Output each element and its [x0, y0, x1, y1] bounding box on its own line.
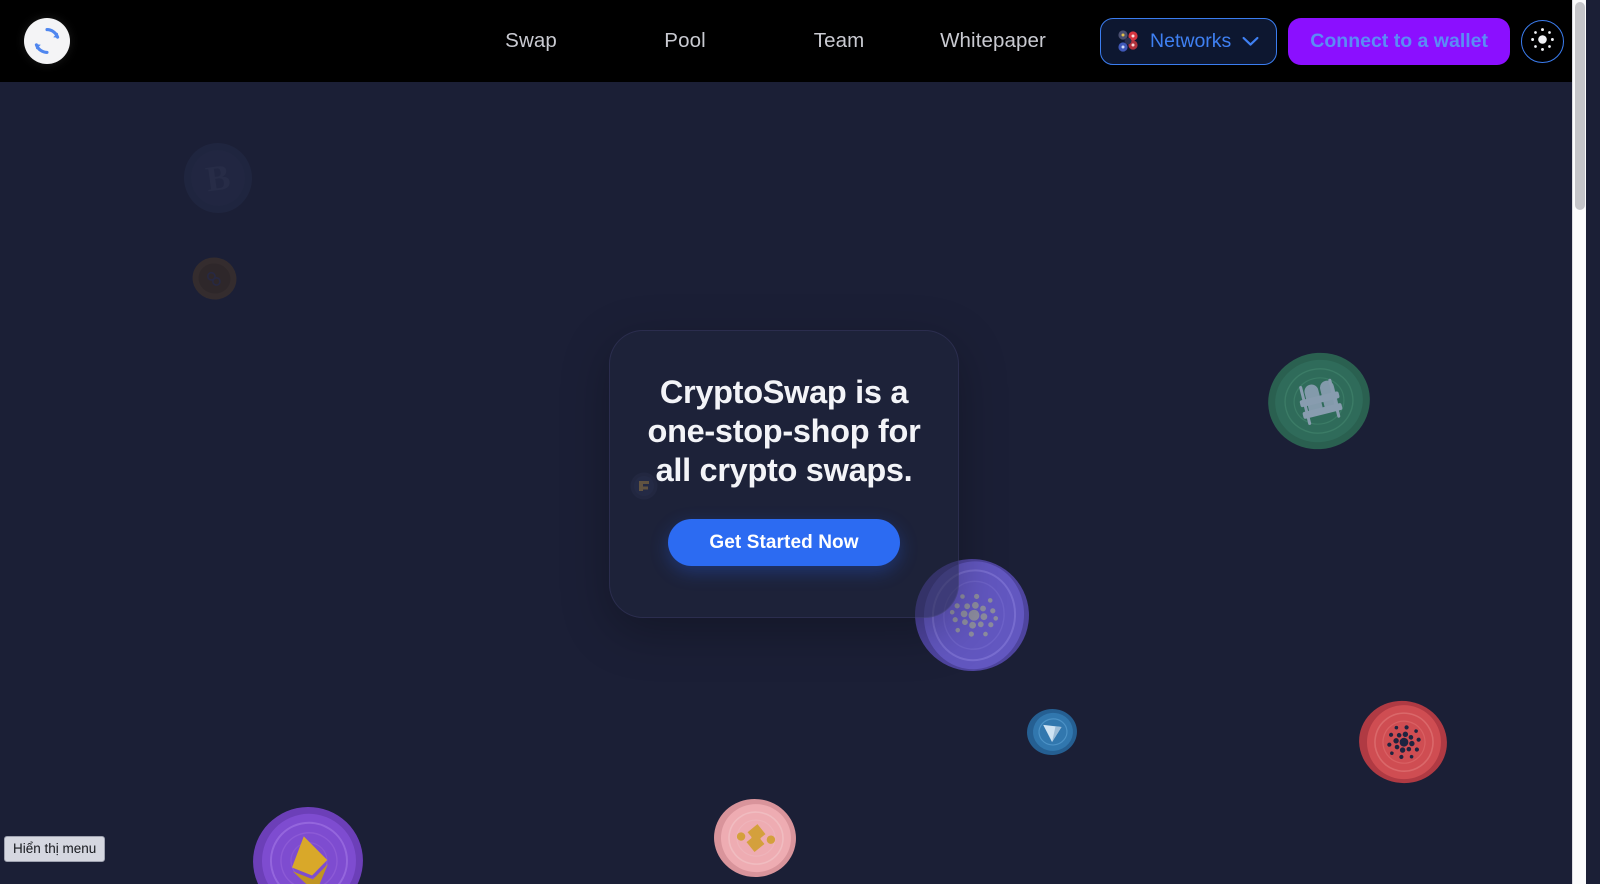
page-title: CryptoSwap is a one-stop-shop for all cr…: [626, 373, 942, 490]
browser-status-tooltip: Hiển thị menu: [4, 835, 106, 862]
hero-card: CryptoSwap is a one-stop-shop for all cr…: [609, 330, 959, 618]
ethereum-coin-purple: [242, 796, 374, 884]
nav-link-whitepaper[interactable]: Whitepaper: [916, 19, 1070, 63]
chevron-down-icon: [1242, 30, 1259, 53]
cardano-coin-red: [1351, 693, 1454, 791]
nav-link-swap[interactable]: Swap: [454, 19, 608, 63]
circular-swap-arrows-logo-icon: [30, 24, 64, 58]
connect-wallet-button[interactable]: Connect to a wallet: [1288, 17, 1510, 65]
page-root: Swap Pool Team Whitepaper Networks Conne…: [0, 0, 1586, 884]
brand-logo[interactable]: [24, 18, 70, 64]
dash-coin-green: [1257, 341, 1382, 461]
nav-link-team[interactable]: Team: [762, 19, 916, 63]
header-actions: Networks Connect to a wallet: [1100, 17, 1564, 65]
page-scrollbar-track[interactable]: [1572, 0, 1586, 884]
networks-dropdown-button[interactable]: Networks: [1100, 17, 1278, 65]
nav-link-pool[interactable]: Pool: [608, 19, 762, 63]
hero-title-line-2: one-stop-shop for: [647, 413, 921, 449]
hero-stage: B CryptoSwap is a one-stop-shop for all …: [0, 82, 1586, 884]
monero-coin-small-faded: [188, 252, 241, 305]
sun-brightness-icon: [1529, 26, 1556, 56]
network-cluster-icon: [1115, 28, 1141, 54]
page-scrollbar-thumb[interactable]: [1575, 2, 1585, 210]
ton-coin-blue: [1024, 705, 1081, 758]
bitcoin-coin-faded: B: [177, 137, 258, 218]
main-navigation: Swap Pool Team Whitepaper: [454, 19, 1070, 63]
hero-title-line-3: all crypto swaps.: [655, 452, 913, 488]
get-started-button[interactable]: Get Started Now: [668, 519, 900, 566]
binance-coin-pink: [709, 794, 801, 882]
hero-title-line-1: CryptoSwap is a: [659, 374, 909, 410]
theme-toggle-button[interactable]: [1521, 19, 1564, 63]
networks-label: Networks: [1150, 29, 1232, 52]
site-header: Swap Pool Team Whitepaper Networks Conne…: [0, 0, 1586, 82]
